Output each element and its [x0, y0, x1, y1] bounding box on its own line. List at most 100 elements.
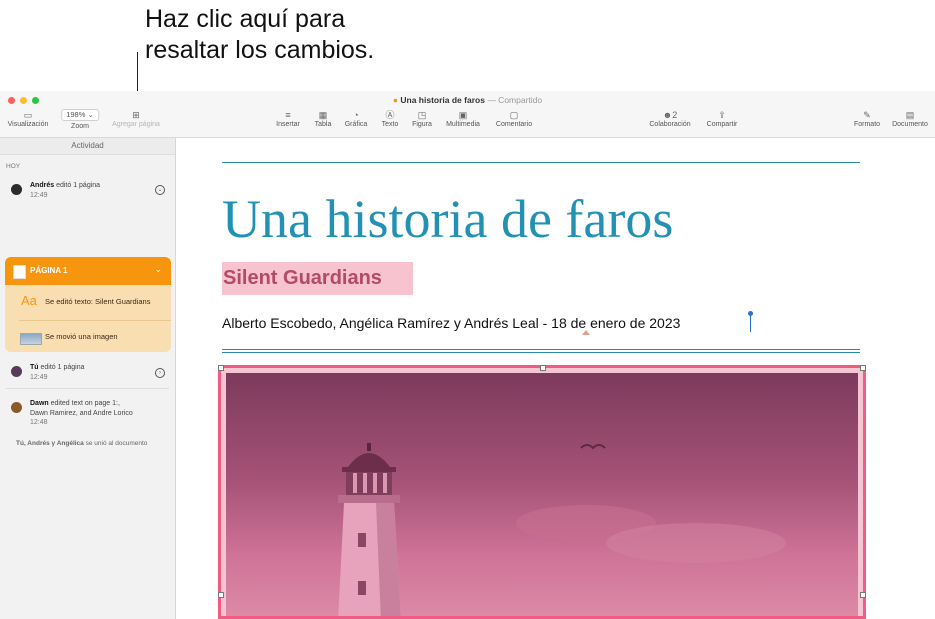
resize-handle[interactable]: [218, 592, 224, 598]
collaboration-count: 2: [672, 110, 678, 120]
page-thumbnail-icon: [13, 265, 26, 279]
view-button[interactable]: ▭ Visualización: [8, 109, 49, 128]
callout-line-2: resaltar los cambios.: [145, 36, 375, 64]
activity-entry-text: Andrés editó 1 página 12:49: [30, 181, 100, 200]
zoom-value: 198%: [66, 110, 86, 119]
collaboration-label: Colaboración: [649, 121, 691, 128]
add-page-icon: ⊞: [132, 110, 140, 120]
toolbar: ● Una historia de faros — Compartido ▭ V…: [0, 91, 935, 138]
chart-icon: ◔: [353, 110, 359, 120]
media-label: Multimedia: [446, 121, 480, 128]
view-label: Visualización: [7, 121, 49, 128]
resize-handle[interactable]: [540, 365, 546, 371]
avatar: [11, 402, 22, 413]
table-label: Tabla: [314, 121, 332, 128]
lighthouse-image[interactable]: [226, 373, 858, 616]
zoom-control[interactable]: 198% ⌄ Zoom: [61, 109, 99, 130]
text-label: Texto: [381, 121, 399, 128]
pages-window: ● Una historia de faros — Compartido ▭ V…: [0, 91, 935, 619]
avatar: [11, 366, 22, 377]
chevron-down-icon: ⌄: [87, 110, 94, 119]
activity-user: Andrés: [30, 182, 55, 189]
activity-sidebar: Actividad HOY Andrés editó 1 página 12:4…: [0, 138, 176, 619]
collaboration-icon: ☻2: [662, 110, 678, 120]
subtitle-highlight[interactable]: Silent Guardians: [222, 262, 413, 295]
activity-time: 12:49: [30, 373, 48, 381]
activity-time: 12:49: [30, 191, 48, 199]
chevron-down-icon[interactable]: ⌄: [154, 264, 162, 275]
activity-entry-text: Tú editó 1 página 12:49: [30, 363, 85, 382]
media-icon: ▣: [458, 110, 468, 120]
table-button[interactable]: ▦ Tabla: [315, 109, 332, 128]
resize-handle[interactable]: [860, 365, 866, 371]
activity-header: Actividad: [0, 138, 175, 155]
share-label: Compartir: [706, 121, 738, 128]
sidebar-icon: ▭: [23, 110, 33, 120]
media-button[interactable]: ▣ Multimedia: [446, 109, 480, 128]
window-title-suffix: — Compartido: [487, 95, 543, 105]
insert-button[interactable]: ≡ Insertar: [276, 109, 300, 128]
activity-action: edited text on page 1:,: [50, 400, 120, 407]
authors-line[interactable]: Alberto Escobedo, Angélica Ramírez y And…: [222, 315, 680, 331]
document-button[interactable]: ▤ Documento: [892, 109, 928, 128]
comment-icon: ▢: [509, 110, 519, 120]
callout-line-1: Haz clic aquí para: [145, 5, 346, 33]
divider: [6, 388, 169, 389]
add-page-label: Agregar página: [112, 121, 160, 128]
lighthouse-image-frame[interactable]: [218, 365, 866, 619]
document-canvas[interactable]: Una historia de faros Silent Guardians A…: [176, 138, 935, 619]
activity-action: editó 1 página: [56, 182, 101, 189]
top-rule: [222, 162, 860, 163]
insert-label: Insertar: [276, 121, 300, 128]
text-change-icon: Aa: [21, 293, 37, 308]
format-brush-icon: ✎: [863, 110, 871, 120]
share-button[interactable]: ⇪ Compartir: [707, 109, 738, 128]
zoom-select[interactable]: 198% ⌄: [61, 109, 99, 121]
activity-action: editó 1 página: [40, 364, 85, 371]
change-image-moved[interactable]: Se movió una imagen: [5, 321, 171, 352]
activity-detail: Dawn Ramirez, and Andre Lorico: [30, 409, 133, 417]
collaboration-button[interactable]: ☻2 Colaboración: [649, 109, 690, 128]
activity-user: Dawn: [30, 400, 49, 407]
chart-button[interactable]: ◔ Gráfica: [345, 109, 368, 128]
change-image-label: Se movió una imagen: [45, 332, 118, 341]
lighthouse-illustration: [338, 443, 786, 616]
document-subtitle[interactable]: Silent Guardians: [223, 267, 382, 290]
text-button[interactable]: Ⓐ Texto: [382, 109, 399, 128]
collapse-icon[interactable]: ⌄: [155, 185, 165, 195]
page-1-changes[interactable]: PÁGINA 1 ⌄ Aa Se editó texto: Silent Gua…: [5, 257, 171, 352]
document-label: Documento: [892, 121, 928, 128]
format-button[interactable]: ✎ Formato: [854, 109, 880, 128]
activity-user: Tú: [30, 364, 39, 371]
joined-notice: Tú, Andrés y Angélica se unió al documen…: [16, 440, 147, 447]
page-1-header[interactable]: PÁGINA 1 ⌄: [5, 257, 171, 285]
page-1-label: PÁGINA 1: [30, 266, 68, 275]
window-title-text: Una historia de faros: [400, 95, 485, 105]
resize-handle[interactable]: [218, 365, 224, 371]
expand-icon[interactable]: ›: [155, 368, 165, 378]
format-label: Formato: [853, 121, 881, 128]
zoom-label: Zoom: [71, 123, 89, 130]
shape-button[interactable]: ◳ Figura: [412, 109, 432, 128]
image-change-icon: [20, 333, 42, 345]
avatar: [11, 184, 22, 195]
section-today: HOY: [6, 163, 21, 170]
comment-button[interactable]: ▢ Comentario: [496, 109, 532, 128]
document-title[interactable]: Una historia de faros: [222, 188, 673, 250]
window-title: ● Una historia de faros — Compartido: [0, 95, 935, 105]
document-icon: ▤: [905, 110, 915, 120]
joined-users: Tú, Andrés y Angélica: [16, 440, 84, 447]
table-icon: ▦: [318, 110, 328, 120]
edit-marker-icon: [582, 330, 590, 335]
comment-label: Comentario: [495, 121, 533, 128]
shape-icon: ◳: [417, 110, 427, 120]
share-icon: ⇪: [718, 110, 726, 120]
text-icon: Ⓐ: [385, 110, 395, 120]
add-page-button[interactable]: ⊞ Agregar página: [112, 109, 160, 128]
activity-time: 12:48: [30, 419, 48, 426]
joined-text: se unió al documento: [85, 440, 148, 447]
change-text-edited[interactable]: Aa Se editó texto: Silent Guardians: [5, 285, 171, 317]
activity-entry-text: Dawn edited text on page 1:, Dawn Ramire…: [30, 399, 133, 428]
resize-handle[interactable]: [860, 592, 866, 598]
bottom-rule: [222, 349, 860, 350]
